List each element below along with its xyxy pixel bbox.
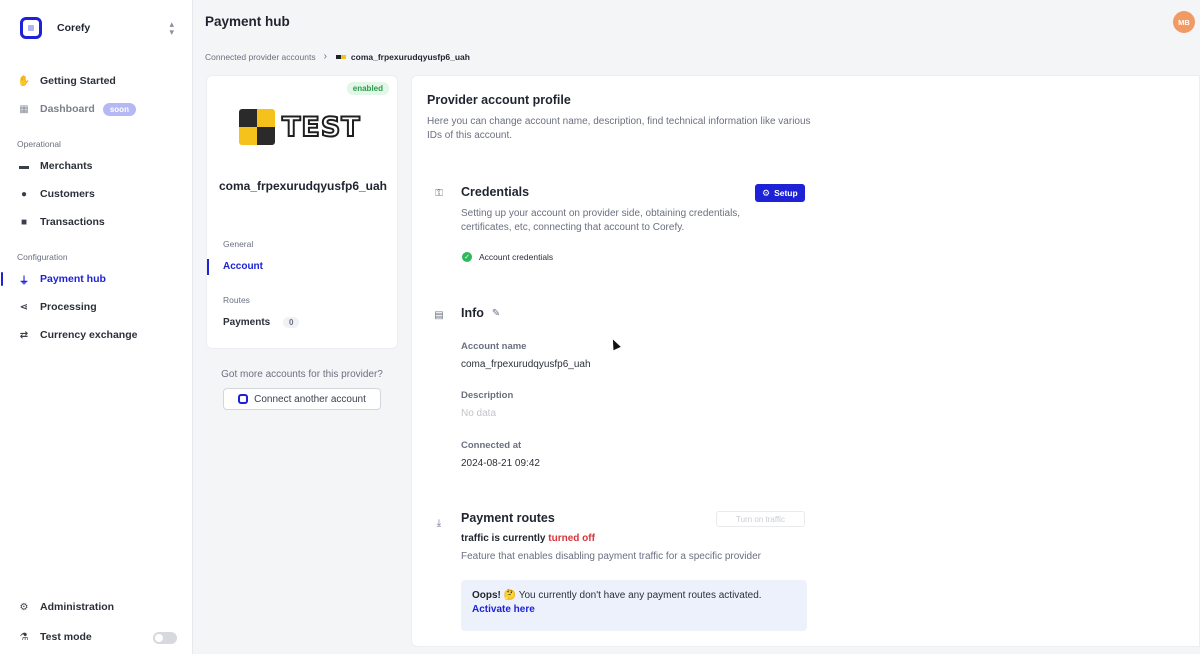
provider-account-profile: Provider account profile Here you can ch… [411,75,1200,647]
sidebar-item-merchants[interactable]: ▬ Merchants [0,156,193,176]
account-name-heading: coma_frpexurudqyusfp6_uah [218,179,388,193]
provider-logo-mark-icon [239,109,275,145]
sidebar: Corefy ▴ ▾ ✋ Getting Started ▦ Dashboard … [0,0,193,654]
exchange-arrows-icon: ⇄ [19,329,29,341]
soon-badge: soon [102,102,136,116]
sidebar-item-label: Merchants [40,160,93,172]
plug-icon: ⏚ [19,275,29,287]
users-icon: ● [20,188,28,200]
connect-another-account-button[interactable]: Connect another account [223,388,381,410]
turn-on-traffic-button[interactable]: Turn on traffic [716,511,805,527]
activate-here-link[interactable]: Activate here [472,604,535,615]
payments-tab[interactable]: Payments 0 [223,317,300,328]
payments-tab-label: Payments [223,317,271,328]
connect-button-label: Connect another account [254,393,366,405]
routes-section-label: Routes [223,295,250,305]
account-tab[interactable]: Account [207,259,263,275]
breadcrumb: Connected provider accounts › coma_frpex… [205,51,470,62]
connected-at-label: Connected at [461,440,522,451]
dashboard-grid-icon: ▦ [19,103,29,115]
setup-button[interactable]: ⚙ Setup [755,184,805,202]
oops-text: You currently don't have any payment rou… [518,590,762,601]
sidebar-item-getting-started[interactable]: ✋ Getting Started [0,71,193,91]
info-title: Info ✎ [461,306,500,320]
general-section-label: General [223,239,254,249]
corefy-logo-icon [20,17,42,39]
description-value: No data [461,408,497,419]
sidebar-item-label: Payment hub [40,273,106,285]
sidebar-item-administration[interactable]: ⚙ Administration [0,597,193,617]
corefy-logo-icon [238,394,249,404]
account-credentials-label: Account credentials [479,252,554,262]
credentials-description: Setting up your account on provider side… [461,208,741,233]
traffic-status-prefix: traffic is currently [461,533,546,544]
sidebar-item-label: Currency exchange [40,329,138,341]
sidebar-item-payment-hub[interactable]: ⏚ Payment hub [0,269,193,289]
sidebar-item-label: Processing [40,301,97,313]
more-accounts-question: Got more accounts for this provider? [221,369,383,380]
breadcrumb-parent-link[interactable]: Connected provider accounts [205,52,316,62]
sidebar-item-test-mode: ⚗ Test mode [0,627,193,647]
nav-group-operational: Operational [17,139,61,149]
account-credentials-item[interactable]: ✓ Account credentials [462,252,553,262]
sidebar-item-customers[interactable]: ● Customers [0,184,193,204]
download-icon: ⤓ [436,517,442,529]
thinking-face-icon: 🤔 [503,590,517,601]
payments-count-badge: 0 [283,317,300,328]
sidebar-item-label: Test mode [40,631,92,643]
page-title: Payment hub [205,14,290,29]
sidebar-item-label: Getting Started [40,75,116,87]
connected-at-value: 2024-08-21 09:42 [461,458,540,469]
account-name-value: coma_frpexurudqyusfp6_uah [461,359,591,370]
edit-pencil-icon[interactable]: ✎ [492,308,500,319]
traffic-status: traffic is currently turned off [461,533,595,544]
storefront-icon: ▤ [434,309,444,321]
no-routes-notice: Oops! 🤔 You currently don't have any pay… [461,580,807,631]
description-label: Description [461,390,514,401]
workspace-name: Corefy [57,22,91,34]
breadcrumb-current: coma_frpexurudqyusfp6_uah [350,51,470,62]
account-card: enabled TEST coma_frpexurudqyusfp6_uah G… [206,75,398,349]
check-circle-icon: ✓ [462,252,472,262]
payment-routes-title: Payment routes [461,511,555,525]
workspace-switcher[interactable]: Corefy ▴ ▾ [20,16,180,40]
chevron-right-icon: › [323,51,327,62]
sidebar-item-label: Customers [40,188,95,200]
sidebar-item-label: Transactions [40,216,105,228]
status-badge: enabled [346,82,389,95]
nav-group-configuration: Configuration [17,252,68,262]
flask-icon: ⚗ [19,631,29,643]
profile-title: Provider account profile [427,93,571,107]
credentials-title: Credentials [461,185,530,199]
chevron-up-down-icon[interactable]: ▴ ▾ [169,20,174,37]
provider-logo-text: TEST [281,111,361,143]
sidebar-item-label: Dashboard [40,103,95,115]
info-title-text: Info [461,306,484,320]
provider-mini-logo-icon [335,54,346,59]
transactions-icon: ■ [20,216,28,228]
sidebar-item-transactions[interactable]: ■ Transactions [0,212,193,232]
test-mode-toggle[interactable] [153,632,177,644]
sidebar-item-dashboard[interactable]: ▦ Dashboard soon [0,99,193,119]
sidebar-item-label: Administration [40,601,115,613]
processing-flow-icon: ⋖ [19,301,29,313]
avatar[interactable]: MB [1173,11,1195,33]
gear-icon: ⚙ [762,187,771,198]
gear-icon: ⚙ [19,601,29,613]
payment-routes-description: Feature that enables disabling payment t… [461,551,761,562]
profile-description: Here you can change account name, descri… [427,116,811,141]
sidebar-item-currency-exchange[interactable]: ⇄ Currency exchange [0,325,193,345]
account-name-label: Account name [461,341,527,352]
sidebar-item-processing[interactable]: ⋖ Processing [0,297,193,317]
setup-button-label: Setup [774,188,798,198]
oops-title: Oops! [472,590,501,601]
traffic-state: turned off [548,533,595,544]
store-icon: ▬ [19,160,29,172]
waving-hand-icon: ✋ [17,75,31,87]
provider-logo: TEST [239,109,361,145]
key-icon: ⚿ [435,187,443,199]
